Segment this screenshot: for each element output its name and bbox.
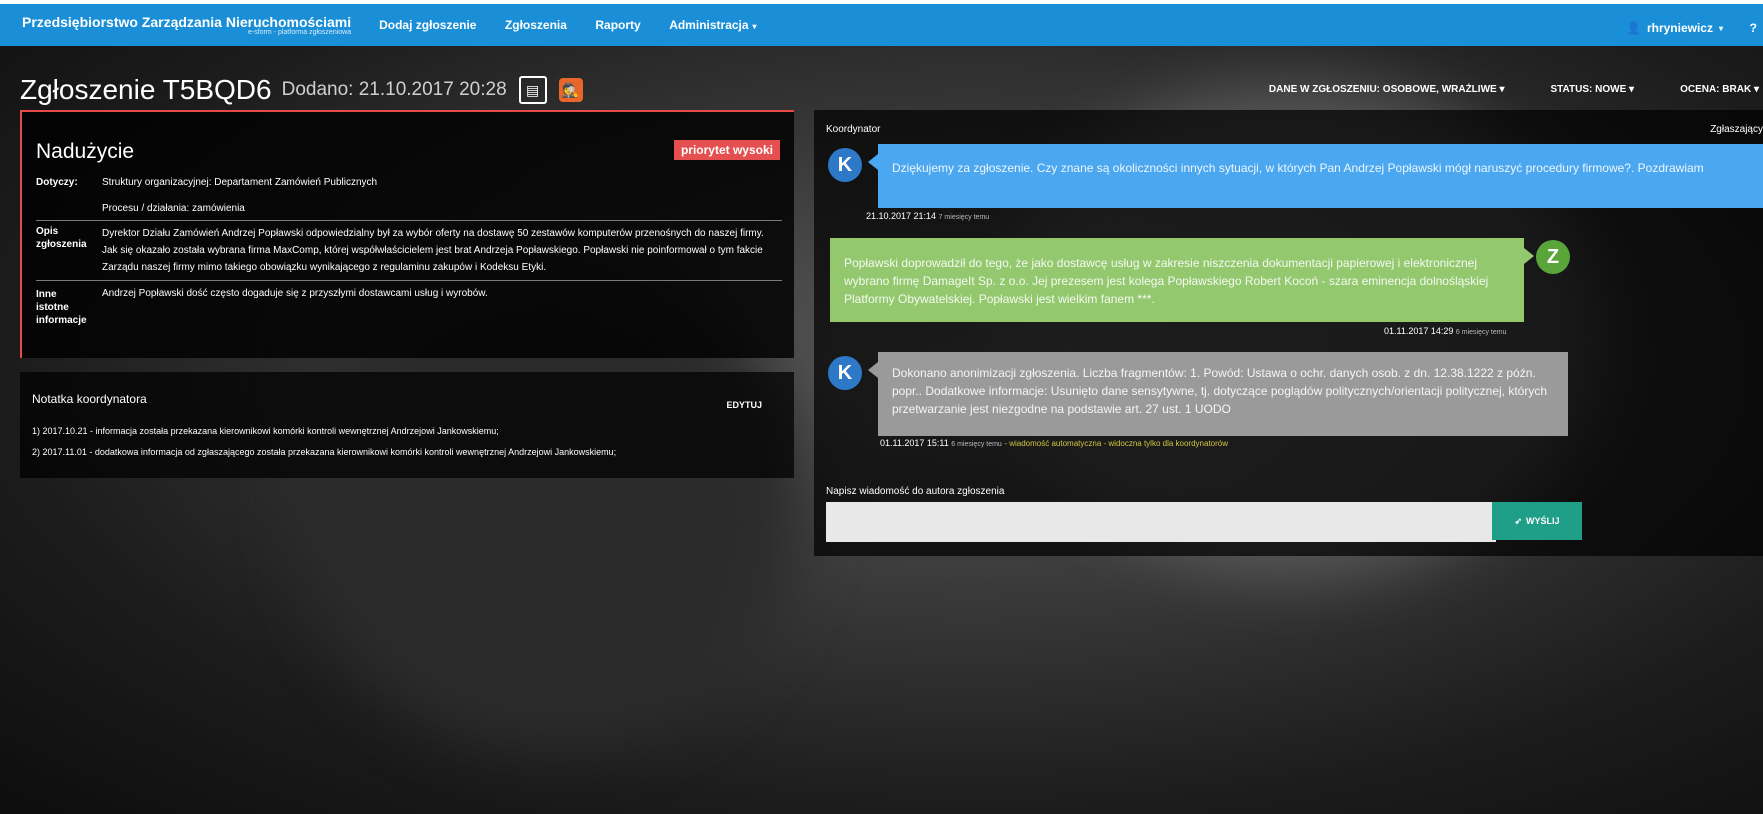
message-date: 01.11.2017 14:29: [1384, 326, 1454, 336]
nav-menu: Dodaj zgłoszenie Zgłoszenia Raporty Admi…: [379, 16, 780, 34]
user-name: rhryniewicz: [1646, 21, 1713, 35]
brand-title: Przedsiębiorstwo Zarządzania Nieruchomoś…: [22, 14, 352, 30]
other-info-label-line: Inne: [36, 289, 57, 300]
note-line: 2) 2017.11.01 - dodatkowa informacja od …: [32, 447, 617, 457]
divider: [36, 280, 782, 281]
status-dropdown[interactable]: STATUS: NOWE ▾: [1551, 84, 1635, 95]
header-dropdowns: DANE W ZGŁOSZENIU: OSOBOWE, WRAŻLIWE ▾ S…: [1269, 84, 1759, 95]
message-text: Dokonano anonimizacji zgłoszenia. Liczba…: [892, 366, 1548, 416]
edit-note-button[interactable]: EDYTUJ: [726, 400, 762, 410]
concerns-structure: Struktury organizacyjnej: Departament Za…: [102, 177, 378, 188]
contact-card-icon[interactable]: ▤: [518, 76, 547, 104]
coordinator-label: Koordynator: [826, 124, 881, 135]
description-text: Dyrektor Działu Zamówień Andrzej Popławs…: [102, 228, 764, 273]
status-label: STATUS:: [1550, 84, 1593, 95]
page-header: Zgłoszenie T5BQD6 Dodano: 21.10.2017 20:…: [20, 74, 583, 106]
nav-administration-label: Administracja: [669, 18, 749, 32]
coordinator-note-panel: Notatka koordynatora EDYTUJ 1) 2017.10.2…: [20, 372, 794, 478]
message-ago: 7 miesięcy temu: [938, 214, 990, 221]
other-info-label-line: istotne: [36, 302, 69, 313]
description-label-line: zgłoszenia: [36, 239, 87, 250]
rating-value: BRAK: [1722, 84, 1752, 95]
caret-down-icon: ▾: [752, 22, 757, 31]
data-type-dropdown[interactable]: DANE W ZGŁOSZENIU: OSOBOWE, WRAŻLIWE ▾: [1269, 84, 1505, 95]
brand[interactable]: Przedsiębiorstwo Zarządzania Nieruchomoś…: [22, 14, 351, 36]
note-title: Notatka koordynatora: [32, 392, 147, 406]
nav-add-report[interactable]: Dodaj zgłoszenie: [379, 18, 476, 32]
other-info-label: Inne istotne informacje: [36, 288, 96, 327]
reporter-label: Zgłaszający: [1710, 124, 1763, 135]
rating-dropdown[interactable]: OCENA: BRAK ▾: [1680, 84, 1759, 95]
avatar-coordinator: K: [828, 356, 862, 390]
nav-reports-list[interactable]: Zgłoszenia: [505, 18, 567, 32]
send-button[interactable]: ➶ WYŚLIJ: [1492, 502, 1582, 540]
rating-label: OCENA:: [1680, 84, 1720, 95]
paper-plane-icon: ➶: [1514, 515, 1523, 526]
caret-down-icon: ▾: [1718, 23, 1723, 33]
data-type-label: DANE W ZGŁOSZENIU:: [1268, 84, 1381, 95]
process-row: Procesu / działania: zamówienia: [36, 200, 782, 218]
avatar-reporter: Z: [1536, 240, 1570, 274]
chat-message: Dziękujemy za zgłoszenie. Czy znane są o…: [868, 144, 1763, 208]
message-input[interactable]: [826, 502, 1496, 542]
message-meta: 21.10.2017 21:14 7 miesięcy temu: [866, 211, 989, 221]
description-label: Opis zgłoszenia: [36, 225, 96, 251]
message-text: Popławski doprowadził do tego, że jako d…: [844, 256, 1489, 306]
page-title: Zgłoszenie T5BQD6: [20, 74, 272, 105]
description-label-line: Opis: [36, 226, 59, 237]
automatic-message-note: - wiadomość automatyczna - widoczna tylk…: [1004, 439, 1228, 448]
data-type-value: OSOBOWE, WRAŻLIWE: [1382, 84, 1497, 95]
divider: [36, 220, 782, 221]
message-ago: 6 miesięcy temu: [1455, 329, 1507, 336]
chat-message: Popławski doprowadził do tego, że jako d…: [830, 238, 1534, 322]
chat-message: Dokonano anonimizacji zgłoszenia. Liczba…: [868, 352, 1568, 436]
send-label: WYŚLIJ: [1526, 516, 1560, 526]
concerns-process: Procesu / działania: zamówienia: [102, 203, 245, 214]
bubble-arrow: [868, 154, 878, 170]
case-category: Nadużycie: [36, 140, 135, 163]
status-value: NOWE: [1595, 84, 1627, 95]
anonymous-spy-icon[interactable]: 🕵: [558, 78, 583, 102]
message-date: 01.11.2017 15:11: [880, 438, 949, 448]
other-info-row: Inne istotne informacje Andrzej Popławski …: [36, 288, 782, 336]
note-line: 1) 2017.10.21 - informacja została przek…: [32, 426, 499, 436]
other-info-label-line: informacje: [36, 315, 87, 326]
top-navbar: Przedsiębiorstwo Zarządzania Nieruchomoś…: [0, 0, 1763, 46]
compose-label: Napisz wiadomość do autora zgłoszenia: [826, 486, 1005, 497]
message-text: Dziękujemy za zgłoszenie. Czy znane są o…: [892, 161, 1704, 175]
help-button[interactable]: ?: [1750, 21, 1757, 35]
brand-subtitle: e-sform - platforma zgłoszeniowa: [248, 29, 352, 36]
concerns-row: Dotyczy: Struktury organizacyjnej: Depar…: [36, 174, 782, 192]
avatar-coordinator: K: [828, 148, 862, 182]
message-meta: 01.11.2017 15:11 6 miesięcy temu - wiado…: [880, 438, 1228, 448]
user-icon: 👤: [1626, 21, 1641, 35]
chat-panel: Koordynator Zgłaszający K Dziękujemy za …: [814, 110, 1763, 556]
priority-badge: priorytet wysoki: [673, 140, 780, 160]
nav-statistics[interactable]: Raporty: [595, 18, 640, 32]
message-date: 21.10.2017 21:14: [866, 211, 937, 221]
added-date: Dodano: 21.10.2017 20:28: [281, 79, 507, 100]
case-details-panel: Nadużycie priorytet wysoki Dotyczy: Stru…: [20, 110, 794, 358]
nav-administration[interactable]: Administracja ▾: [669, 18, 756, 32]
concerns-label: Dotyczy:: [36, 177, 78, 188]
user-menu[interactable]: 👤 rhryniewicz ▾: [1626, 21, 1723, 35]
message-ago: 6 miesięcy temu: [951, 441, 1002, 448]
bubble-arrow: [868, 362, 878, 378]
bubble-arrow: [1524, 248, 1534, 264]
other-info-text: Andrzej Popławski dość często dogaduje s…: [102, 288, 488, 299]
message-meta: 01.11.2017 14:29 6 miesięcy temu: [1384, 326, 1507, 336]
description-row: Opis zgłoszenia Dyrektor Działu Zamówień …: [36, 225, 782, 277]
